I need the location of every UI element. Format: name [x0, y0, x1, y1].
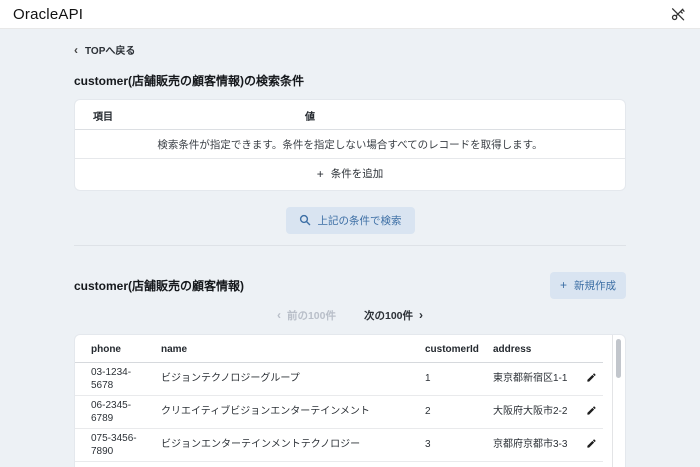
table-row: 075-3456-7890 ビジョンエンターテインメントテクノロジー 3 京都府… — [75, 428, 603, 461]
cell-address: 東京都新宿区1-1 — [485, 362, 579, 395]
list-section-header: customer(店舗販売の顧客情報) + 新規作成 — [74, 272, 626, 299]
customer-table: phone name customerId address 03-1234-56… — [75, 335, 603, 467]
conditions-empty-message: 検索条件が指定できます。条件を指定しない場合すべてのレコードを取得します。 — [75, 130, 625, 159]
cell-phone: 092-4567-8901 — [75, 461, 149, 467]
column-header-phone: phone — [75, 335, 149, 363]
section-divider — [74, 245, 626, 246]
plus-icon: + — [560, 279, 567, 291]
search-section-heading: customer(店舗販売の顧客情報)の検索条件 — [74, 72, 626, 89]
conditions-table-header: 項目 値 — [75, 100, 625, 130]
edit-button[interactable] — [584, 404, 599, 417]
cell-customerId: 1 — [415, 362, 485, 395]
app-title: OracleAPI — [13, 6, 83, 23]
column-header-name: name — [149, 335, 415, 363]
key-off-icon[interactable] — [669, 5, 687, 23]
cell-name: クリエイティブビジョンエンターテインメント — [149, 395, 415, 428]
scrollbar-thumb[interactable] — [616, 339, 621, 378]
cell-customerId: 3 — [415, 428, 485, 461]
add-condition-button[interactable]: + 条件を追加 — [317, 166, 384, 181]
plus-icon: + — [317, 168, 324, 180]
customer-table-body: 03-1234-5678 ビジョンテクノロジーグループ 1 東京都新宿区1-1 … — [75, 362, 603, 467]
main-content: ‹ TOPへ戻る customer(店舗販売の顧客情報)の検索条件 項目 値 検… — [74, 29, 626, 467]
table-row: 06-2345-6789 クリエイティブビジョンエンターテインメント 2 大阪府… — [75, 395, 603, 428]
conditions-col-item: 項目 — [75, 108, 305, 123]
cell-address: 京都府京都市3-3 — [485, 428, 579, 461]
cell-address: 福岡県福岡市4-4 — [485, 461, 579, 467]
cell-name: ビジョンエンターテインメントテクノロジー — [149, 428, 415, 461]
scrollbar-track — [612, 335, 613, 467]
topbar: OracleAPI — [0, 0, 700, 29]
back-to-top-link[interactable]: ‹ TOPへ戻る — [74, 42, 135, 57]
search-button-row: 上記の条件で検索 — [74, 207, 626, 234]
search-button[interactable]: 上記の条件で検索 — [286, 207, 415, 234]
search-conditions-card: 項目 値 検索条件が指定できます。条件を指定しない場合すべてのレコードを取得しま… — [74, 99, 626, 191]
edit-button[interactable] — [584, 437, 599, 450]
edit-pencil-icon — [586, 404, 597, 419]
cell-phone: 03-1234-5678 — [75, 362, 149, 395]
add-condition-row: + 条件を追加 — [75, 159, 625, 190]
column-header-edit — [579, 335, 603, 363]
chevron-right-icon: › — [419, 309, 423, 321]
pagination-prev-button[interactable]: ‹ 前の100件 — [277, 308, 336, 323]
chevron-left-icon: ‹ — [277, 309, 281, 321]
pagination-prev-label: 前の100件 — [287, 308, 336, 323]
edit-pencil-icon — [586, 437, 597, 452]
create-new-label: 新規作成 — [574, 278, 616, 293]
conditions-col-value: 値 — [305, 108, 625, 123]
edit-pencil-icon — [586, 371, 597, 386]
table-header-row: phone name customerId address — [75, 335, 603, 363]
cell-name: クリエイティブデザインパフォーマンステクノロジー — [149, 461, 415, 467]
column-header-customerId: customerId — [415, 335, 485, 363]
customer-table-card: phone name customerId address 03-1234-56… — [74, 334, 626, 467]
cell-customerId: 2 — [415, 395, 485, 428]
search-button-label: 上記の条件で検索 — [318, 213, 402, 228]
pagination-next-button[interactable]: 次の100件 › — [364, 308, 423, 323]
edit-button[interactable] — [584, 371, 599, 384]
cell-name: ビジョンテクノロジーグループ — [149, 362, 415, 395]
cell-phone: 075-3456-7890 — [75, 428, 149, 461]
table-row: 03-1234-5678 ビジョンテクノロジーグループ 1 東京都新宿区1-1 — [75, 362, 603, 395]
search-icon — [299, 214, 311, 226]
add-condition-label: 条件を追加 — [331, 166, 384, 181]
back-to-top-label: TOPへ戻る — [85, 42, 135, 57]
create-new-button[interactable]: + 新規作成 — [550, 272, 626, 299]
chevron-left-icon: ‹ — [74, 44, 78, 56]
cell-phone: 06-2345-6789 — [75, 395, 149, 428]
cell-address: 大阪府大阪市2-2 — [485, 395, 579, 428]
table-row: 092-4567-8901 クリエイティブデザインパフォーマンステクノロジー 4… — [75, 461, 603, 467]
list-section-heading: customer(店舗販売の顧客情報) — [74, 277, 244, 294]
pagination: ‹ 前の100件 次の100件 › — [74, 308, 626, 323]
column-header-address: address — [485, 335, 579, 363]
cell-customerId: 4 — [415, 461, 485, 467]
pagination-next-label: 次の100件 — [364, 308, 413, 323]
